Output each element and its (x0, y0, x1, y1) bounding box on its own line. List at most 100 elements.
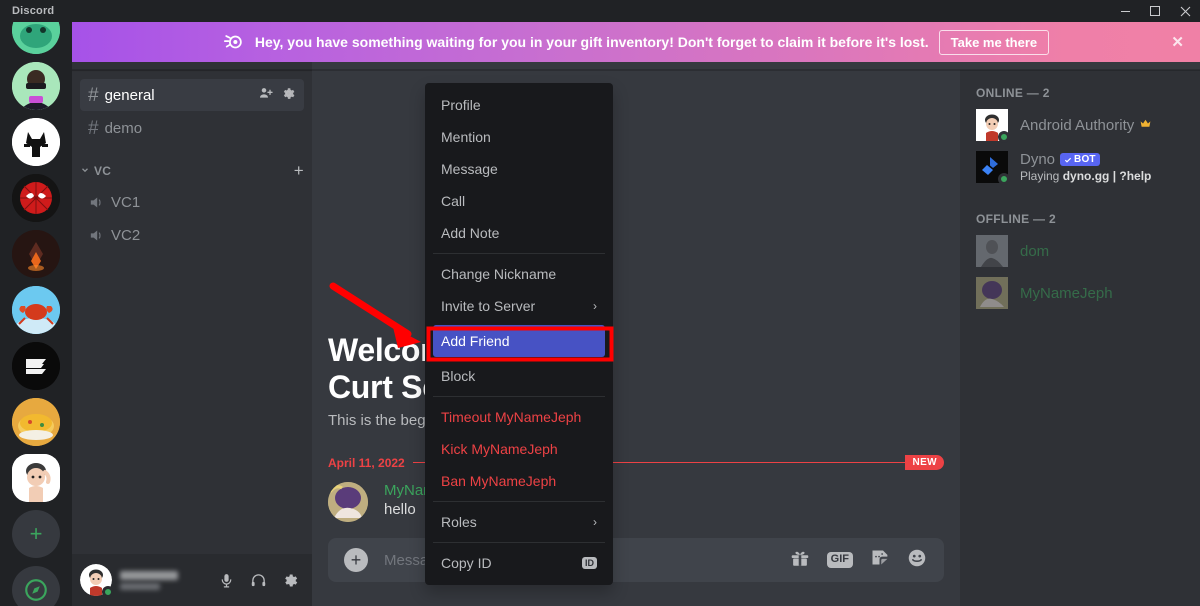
channel-name: general (104, 86, 155, 104)
menu-item-label: Mention (441, 129, 491, 145)
channel-list: # general # demo VC + VC1 VC2 (72, 70, 312, 554)
headphones-icon[interactable] (244, 566, 272, 594)
activity-detail: dyno.gg | ?help (1062, 169, 1152, 183)
menu-item-label: Profile (441, 97, 481, 113)
explore-compass-icon[interactable] (12, 566, 60, 606)
context-menu-item-ban[interactable]: Ban MyNameJeph (433, 465, 605, 497)
add-server-button[interactable]: + (12, 510, 60, 558)
welcome-block: Welcome to Curt Server This is the begin… (312, 332, 960, 437)
member-name: Android Authority (1020, 117, 1152, 134)
menu-item-label: Change Nickname (441, 266, 557, 282)
category-vc[interactable]: VC + (72, 145, 312, 185)
context-menu-item-call[interactable]: Call (433, 185, 605, 217)
title-bar: Discord (0, 0, 1200, 22)
menu-item-label: Message (441, 161, 498, 177)
avatar[interactable] (80, 564, 114, 598)
member-dom[interactable]: dom (960, 230, 1200, 272)
promo-content: Hey, you have something waiting for you … (223, 29, 1050, 55)
bot-badge-text: BOT (1074, 154, 1096, 165)
channel-demo[interactable]: # demo (80, 112, 304, 144)
voice-channel-vc1[interactable]: VC1 (80, 186, 304, 218)
minimize-icon[interactable] (1110, 0, 1140, 22)
context-menu-item-copy-id[interactable]: Copy ID ID (433, 547, 605, 579)
guild-food[interactable] (12, 398, 60, 446)
create-channel-plus-icon[interactable]: + (294, 161, 304, 181)
welcome-subtitle: This is the beginning of this server. (328, 412, 559, 429)
voice-channel-vc2[interactable]: VC2 (80, 219, 304, 251)
user-settings-gear-icon[interactable] (276, 566, 304, 594)
avatar (976, 109, 1010, 143)
emoji-icon[interactable] (906, 547, 928, 574)
member-android-authority[interactable]: Android Authority (960, 104, 1200, 146)
menu-item-label: Call (441, 193, 466, 209)
user-name-block (120, 570, 178, 590)
invite-icon[interactable] (258, 85, 274, 105)
member-list: ONLINE — 2 Android Authority Dyno BOT Pl… (960, 70, 1200, 606)
menu-separator (433, 501, 605, 502)
context-menu-item-kick[interactable]: Kick MyNameJeph (433, 433, 605, 465)
guild-spiderman[interactable] (12, 174, 60, 222)
context-menu-item-invite-to-server[interactable]: Invite to Server › (433, 290, 605, 322)
member-name: MyNameJeph (1020, 285, 1113, 302)
hash-icon: # (88, 84, 99, 106)
bot-badge: BOT (1060, 153, 1100, 166)
gift-promo-banner: Hey, you have something waiting for you … (72, 22, 1200, 62)
guild-photo-person[interactable] (12, 62, 60, 110)
menu-item-label: Invite to Server (441, 298, 536, 314)
sticker-icon[interactable] (869, 547, 890, 573)
guild-monstercat[interactable] (12, 118, 60, 166)
context-menu-item-timeout[interactable]: Timeout MyNameJeph (433, 401, 605, 433)
channel-name: demo (104, 119, 143, 137)
member-mynamejeph[interactable]: MyNameJeph (960, 272, 1200, 314)
context-menu-item-profile[interactable]: Profile (433, 89, 605, 121)
message-item: MyNameJeph hello (312, 478, 960, 538)
context-menu-item-add-friend[interactable]: Add Friend (433, 325, 605, 357)
channel-general[interactable]: # general (80, 79, 304, 111)
context-menu-item-block[interactable]: Block (433, 360, 605, 392)
member-activity: Playing dyno.gg | ?help (1020, 169, 1151, 183)
message-list: Welcome to Curt Server This is the begin… (312, 70, 960, 606)
username-redacted (120, 570, 178, 580)
context-menu-item-roles[interactable]: Roles › (433, 506, 605, 538)
avatar (976, 235, 1008, 267)
discord-window: Discord + # general # demo VC + VC1 VC2 … (0, 0, 1200, 606)
member-name-text: Android Authority (1020, 116, 1135, 134)
maximize-icon[interactable] (1140, 0, 1170, 22)
guild-green-anime[interactable] (12, 22, 60, 54)
menu-separator (433, 253, 605, 254)
take-me-there-button[interactable]: Take me there (938, 29, 1050, 55)
member-dyno[interactable]: Dyno BOT Playing dyno.gg | ?help (960, 146, 1200, 188)
guild-e-logo[interactable] (12, 342, 60, 390)
avatar[interactable] (328, 482, 368, 522)
app-title: Discord (12, 5, 55, 17)
gift-icon[interactable] (789, 547, 811, 574)
status-indicator-online (998, 131, 1010, 143)
gif-button[interactable]: GIF (826, 552, 853, 568)
guild-ember[interactable] (12, 230, 60, 278)
context-menu-item-change-nickname[interactable]: Change Nickname (433, 258, 605, 290)
composer: + Message #general GIF (312, 538, 960, 606)
close-icon[interactable] (1170, 0, 1200, 22)
guild-waving-character[interactable] (12, 454, 60, 502)
message-input[interactable]: + Message #general GIF (328, 538, 944, 582)
menu-separator (433, 396, 605, 397)
menu-separator (433, 542, 605, 543)
microphone-icon[interactable] (212, 566, 240, 594)
context-menu-item-message[interactable]: Message (433, 153, 605, 185)
attach-plus-icon[interactable]: + (344, 548, 368, 572)
date-divider-label: April 11, 2022 (328, 455, 405, 470)
context-menu-item-mention[interactable]: Mention (433, 121, 605, 153)
menu-item-label: Add Friend (441, 333, 510, 349)
settings-icon[interactable] (281, 86, 296, 105)
category-label: VC (94, 164, 112, 178)
avatar (976, 277, 1008, 309)
guild-crab[interactable] (12, 286, 60, 334)
close-icon[interactable]: ✕ (1171, 33, 1184, 51)
channel-sidebar: Curt Server # general (72, 22, 312, 606)
status-indicator-online (102, 586, 114, 598)
context-menu-item-add-note[interactable]: Add Note (433, 217, 605, 249)
chevron-right-icon: › (593, 515, 597, 529)
new-messages-badge: NEW (905, 455, 944, 470)
offline-header: OFFLINE — 2 (976, 212, 1056, 226)
composer-icons: GIF (789, 547, 928, 574)
